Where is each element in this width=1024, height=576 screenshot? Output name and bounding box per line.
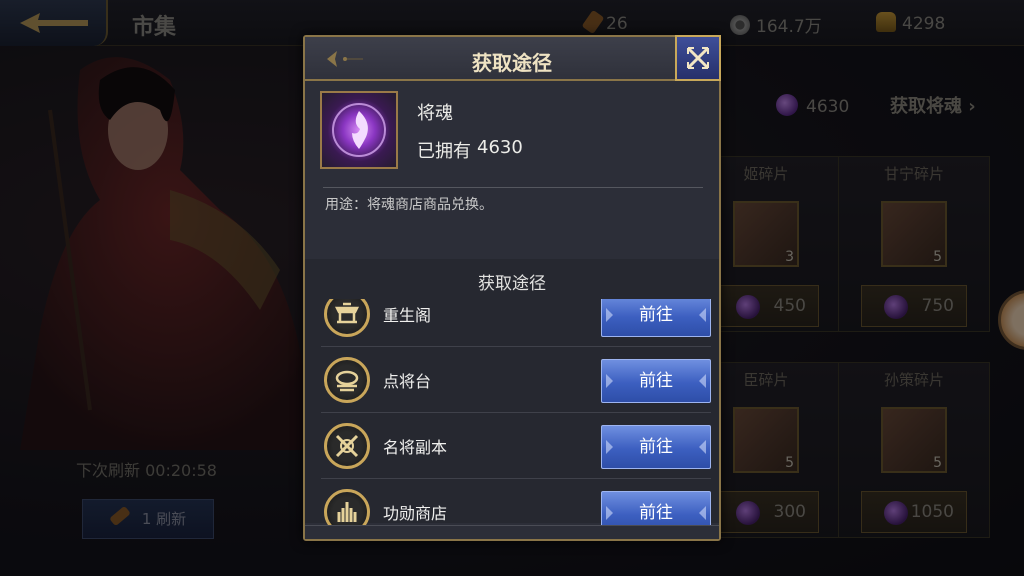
sources-title: 获取途径 [478,274,546,294]
list-item: 功勋商店 前往 [321,479,711,525]
popup-header: 获取途径 [305,37,719,81]
list-item: 点将台 前往 [321,347,711,413]
item-name: 将魂 [417,103,453,124]
merit-shop-icon [324,489,370,525]
close-button[interactable] [675,35,721,81]
owned-value: 4630 [477,137,523,158]
crossed-swords-icon [324,423,370,469]
sources-list[interactable]: 重生阁 前往 点将台 前往 名将副本 前往 功勋商店 前往 [321,299,711,525]
go-button[interactable]: 前往 [601,359,711,403]
source-name: 名将副本 [383,438,448,457]
item-usage: 用途：将魂商店商品兑换。 [325,197,493,213]
go-button[interactable]: 前往 [601,491,711,525]
general-soul-item-icon [320,91,398,169]
source-name: 点将台 [383,372,432,391]
list-item: 重生阁 前往 [321,299,711,347]
close-icon [687,47,709,69]
rebirth-pavilion-icon [324,299,370,337]
source-name: 功勋商店 [383,504,448,523]
popup-footer [305,525,719,539]
owned-label: 已拥有 [417,141,471,162]
source-name: 重生阁 [383,306,432,325]
divider [323,187,703,188]
go-button[interactable]: 前往 [601,425,711,469]
general-platform-icon [324,357,370,403]
list-item: 名将副本 前往 [321,413,711,479]
go-button[interactable]: 前往 [601,299,711,337]
acquisition-popup: 获取途径 将魂 已拥有 4630 用途：将魂商店商品兑换。 获取途径 重生阁 前… [303,35,721,541]
popup-title: 获取途径 [472,51,552,75]
